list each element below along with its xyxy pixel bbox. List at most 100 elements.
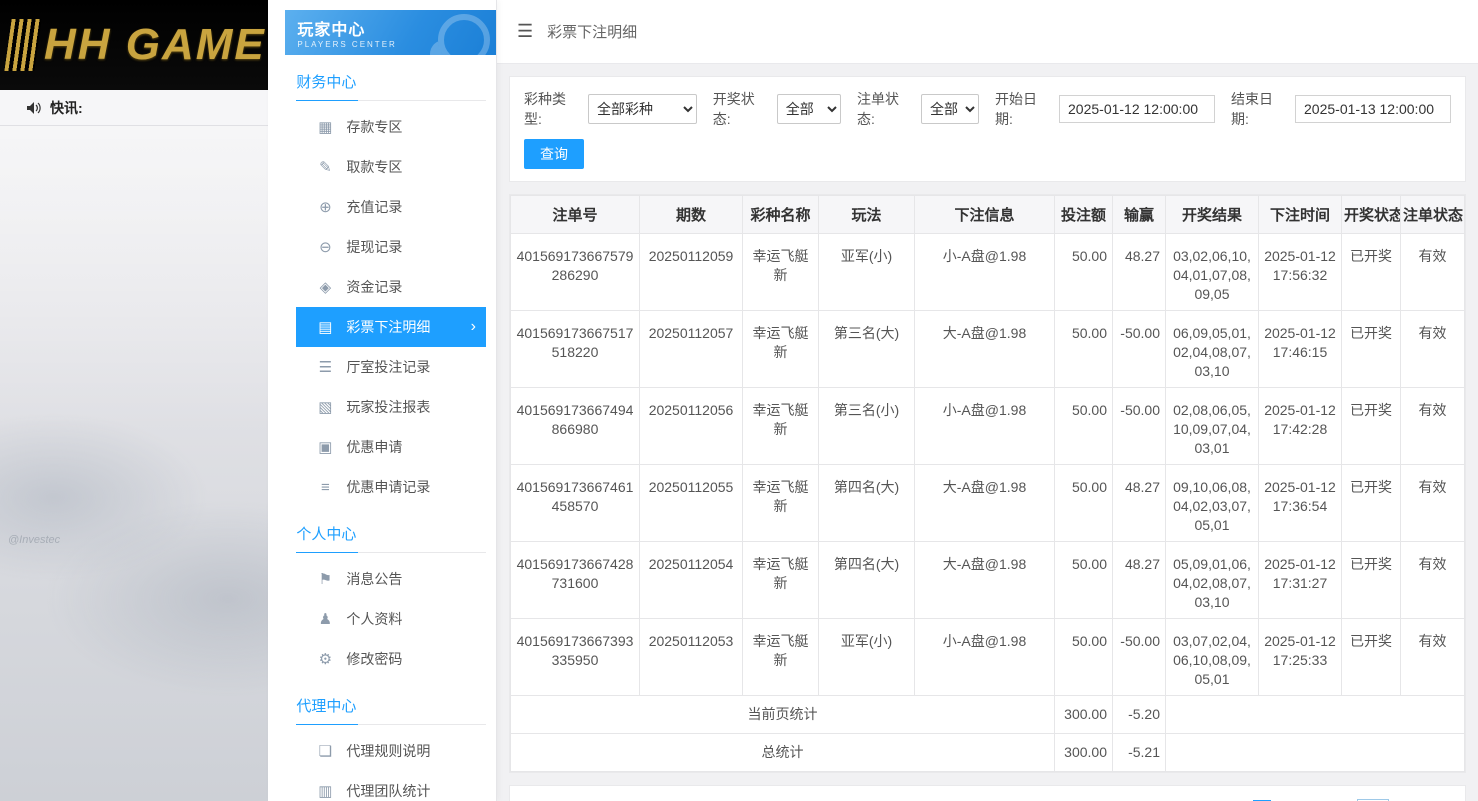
section-rule [296, 552, 486, 553]
summary-label: 当前页统计 [511, 696, 1055, 734]
sidebar-item-label: 修改密码 [346, 649, 402, 669]
cell-draw-status: 已开奖 [1342, 542, 1401, 619]
hamburger-icon[interactable]: ☰ [517, 21, 533, 42]
sidebar-item-messages[interactable]: ⚑ 消息公告 [296, 559, 486, 599]
cell-bet-status: 有效 [1401, 234, 1465, 311]
news-label: 快讯: [50, 98, 83, 118]
main-area: ☰ 彩票下注明细 彩种类型: 全部彩种 开奖状态: 全部 注单状态: 全部 [497, 0, 1478, 801]
summary-win-loss: -5.21 [1113, 734, 1166, 772]
sidebar-item-profile[interactable]: ♟ 个人资料 [296, 599, 486, 639]
sidebar-item-label: 消息公告 [346, 569, 402, 589]
cell-bet-time: 2025-01-12 17:25:33 [1259, 619, 1342, 696]
table-row: 401569173667579286290 20250112059 幸运飞艇新 … [511, 234, 1465, 311]
table-row: 401569173667461458570 20250112055 幸运飞艇新 … [511, 465, 1465, 542]
deposit-icon: ▦ [316, 118, 334, 136]
cell-period: 20250112056 [640, 388, 743, 465]
cell-draw-status: 已开奖 [1342, 234, 1401, 311]
bet-table: 注单号 期数 彩种名称 玩法 下注信息 投注额 输赢 开奖结果 下注时间 开奖状… [510, 195, 1465, 772]
sidebar-item-deposit-zone[interactable]: ▦ 存款专区 [296, 107, 486, 147]
pagination-bar: 每页显示20条 共6条 首页 上一页 1 下一页 第 页 跳转 [509, 785, 1466, 801]
cell-bet-status: 有效 [1401, 542, 1465, 619]
cell-draw-status: 已开奖 [1342, 388, 1401, 465]
section-title-agent: 代理中心 [296, 695, 496, 724]
sidebar-item-withdraw-zone[interactable]: ✎ 取款专区 [296, 147, 486, 187]
sidebar-item-lottery-bet-details[interactable]: ▤ 彩票下注明细 › [296, 307, 486, 347]
hh-game-logo-mark [4, 19, 41, 71]
sidebar-item-recharge-records[interactable]: ⊕ 充值记录 [296, 187, 486, 227]
section-rule [296, 724, 486, 725]
profile-icon: ♟ [316, 610, 334, 628]
cell-bet-info: 小-A盘@1.98 [915, 234, 1055, 311]
sidebar-item-label: 玩家投注报表 [346, 397, 430, 417]
cell-draw-result: 06,09,05,01,02,04,08,07,03,10 [1166, 311, 1259, 388]
sidebar-item-label: 提现记录 [346, 237, 402, 257]
cell-draw-result: 09,10,06,08,04,02,03,07,05,01 [1166, 465, 1259, 542]
summary-win-loss: -5.20 [1113, 696, 1166, 734]
col-header-bet-id: 注单号 [511, 196, 640, 234]
sidebar-item-funds-records[interactable]: ◈ 资金记录 [296, 267, 486, 307]
sidebar-item-withdrawal-records[interactable]: ⊖ 提现记录 [296, 227, 486, 267]
cell-win-loss: 48.27 [1113, 465, 1166, 542]
cell-bet-info: 小-A盘@1.98 [915, 619, 1055, 696]
sidebar-item-promo-apply-records[interactable]: ≡ 优惠申请记录 [296, 467, 486, 507]
start-date-input[interactable] [1059, 95, 1215, 123]
sidebar-item-agent-rules[interactable]: ❏ 代理规则说明 [296, 731, 486, 771]
promo-apply-icon: ▣ [316, 438, 334, 456]
lottery-type-select[interactable]: 全部彩种 [588, 94, 697, 124]
cell-bet-id: 401569173667517518220 [511, 311, 640, 388]
table-row: 401569173667393335950 20250112053 幸运飞艇新 … [511, 619, 1465, 696]
cell-amount: 50.00 [1055, 234, 1113, 311]
sidebar: 玩家中心 PLAYERS CENTER 财务中心 ▦ 存款专区 ✎ 取款专区 ⊕… [268, 0, 497, 801]
news-ticker-bar: 快讯: [0, 90, 268, 126]
cell-bet-info: 大-A盘@1.98 [915, 542, 1055, 619]
hall-bet-record-icon: ☰ [316, 358, 334, 376]
table-row: 401569173667517518220 20250112057 幸运飞艇新 … [511, 311, 1465, 388]
query-button[interactable]: 查询 [524, 139, 584, 169]
cell-period: 20250112057 [640, 311, 743, 388]
team-stats-icon: ▥ [316, 782, 334, 800]
cell-play: 第四名(大) [819, 542, 915, 619]
cell-amount: 50.00 [1055, 465, 1113, 542]
sidebar-item-label: 优惠申请 [346, 437, 402, 457]
cell-amount: 50.00 [1055, 311, 1113, 388]
summary-row-current-page: 当前页统计 300.00 -5.20 [511, 696, 1465, 734]
logo-bar: HH GAME [0, 0, 268, 90]
table-row: 401569173667494866980 20250112056 幸运飞艇新 … [511, 388, 1465, 465]
cell-play: 第三名(小) [819, 388, 915, 465]
end-date-input[interactable] [1295, 95, 1451, 123]
cell-bet-status: 有效 [1401, 311, 1465, 388]
sidebar-item-promo-apply[interactable]: ▣ 优惠申请 [296, 427, 486, 467]
cell-lottery: 幸运飞艇新 [743, 619, 819, 696]
sidebar-item-player-bet-report[interactable]: ▧ 玩家投注报表 [296, 387, 486, 427]
cell-lottery: 幸运飞艇新 [743, 388, 819, 465]
col-header-bet-time: 下注时间 [1259, 196, 1342, 234]
content: 彩种类型: 全部彩种 开奖状态: 全部 注单状态: 全部 开始日期: 结束日期: [497, 64, 1478, 801]
filter-row: 彩种类型: 全部彩种 开奖状态: 全部 注单状态: 全部 开始日期: 结束日期: [524, 89, 1451, 129]
sidebar-item-label: 个人资料 [346, 609, 402, 629]
cell-draw-result: 03,02,06,10,04,01,07,08,09,05 [1166, 234, 1259, 311]
summary-row-total: 总统计 300.00 -5.21 [511, 734, 1465, 772]
start-date-label: 开始日期: [995, 89, 1053, 129]
cell-win-loss: 48.27 [1113, 234, 1166, 311]
cell-period: 20250112054 [640, 542, 743, 619]
cell-bet-info: 大-A盘@1.98 [915, 311, 1055, 388]
cell-bet-info: 大-A盘@1.98 [915, 465, 1055, 542]
cell-period: 20250112055 [640, 465, 743, 542]
sidebar-item-agent-team-stats[interactable]: ▥ 代理团队统计 [296, 771, 486, 801]
sidebar-item-hall-bet-records[interactable]: ☰ 厅室投注记录 [296, 347, 486, 387]
col-header-bet-info: 下注信息 [915, 196, 1055, 234]
withdraw-icon: ✎ [316, 158, 334, 176]
draw-status-select[interactable]: 全部 [777, 94, 841, 124]
sidebar-item-change-password[interactable]: ⚙ 修改密码 [296, 639, 486, 679]
table-row: 401569173667428731600 20250112054 幸运飞艇新 … [511, 542, 1465, 619]
sidebar-item-label: 存款专区 [346, 117, 402, 137]
chevron-right-icon: › [471, 318, 476, 336]
cell-bet-id: 401569173667579286290 [511, 234, 640, 311]
page-title: 彩票下注明细 [547, 21, 637, 42]
sidebar-header: 玩家中心 PLAYERS CENTER [285, 10, 497, 55]
col-header-draw-status: 开奖状态 [1342, 196, 1401, 234]
filter-panel: 彩种类型: 全部彩种 开奖状态: 全部 注单状态: 全部 开始日期: 结束日期: [509, 76, 1466, 182]
topbar: ☰ 彩票下注明细 [497, 0, 1478, 64]
col-header-lottery: 彩种名称 [743, 196, 819, 234]
bet-status-select[interactable]: 全部 [921, 94, 979, 124]
